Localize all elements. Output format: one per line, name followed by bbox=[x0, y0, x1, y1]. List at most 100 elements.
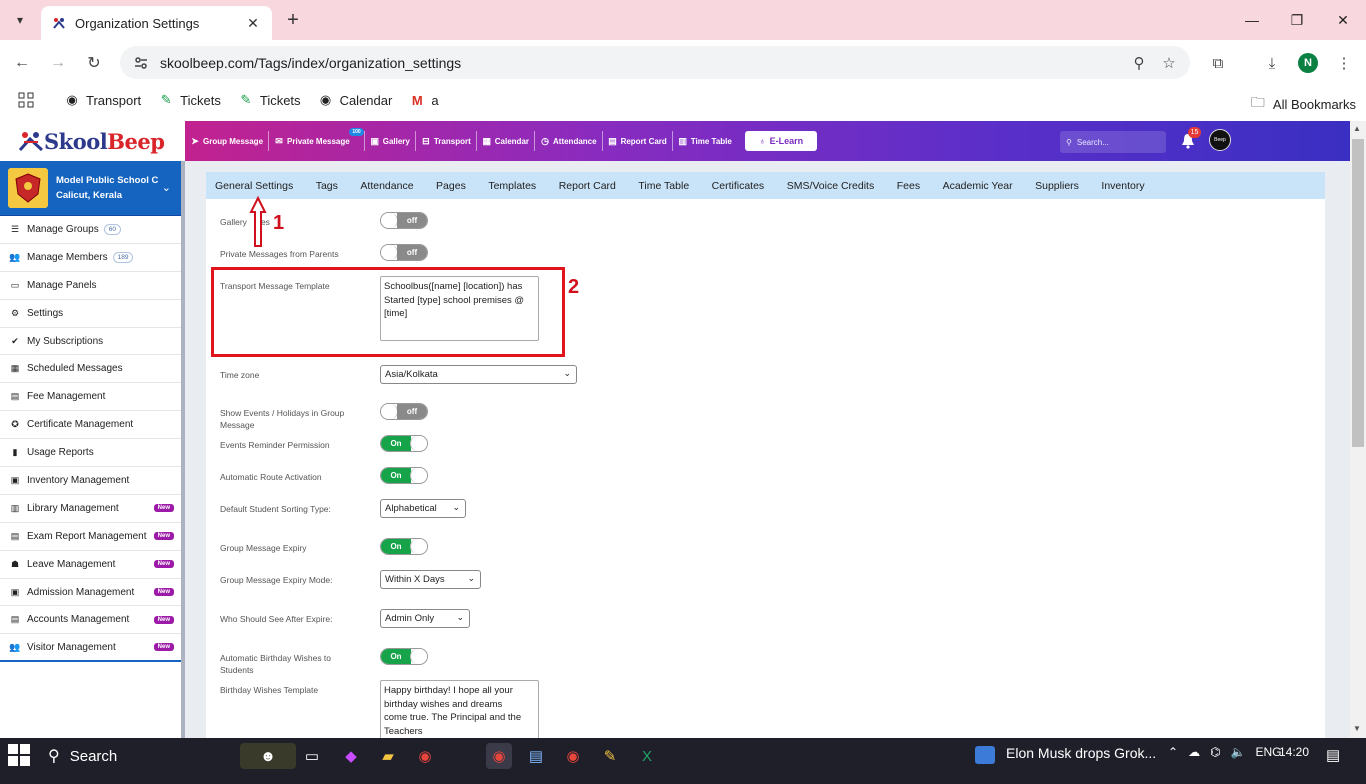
taskbar-clock[interactable]: 14:20 bbox=[1279, 745, 1309, 759]
file-explorer-icon[interactable]: ▰ bbox=[375, 743, 401, 769]
news-widget-icon[interactable] bbox=[975, 746, 995, 764]
nav-report-card[interactable]: ▤ Report Card bbox=[603, 121, 672, 161]
copilot-icon[interactable]: ◆ bbox=[338, 743, 364, 769]
tab-templates[interactable]: Templates bbox=[488, 180, 536, 192]
tab-pages[interactable]: Pages bbox=[436, 180, 466, 192]
chrome-icon[interactable]: ◉ bbox=[412, 743, 438, 769]
timezone-select[interactable]: Asia/Kolkata ⌄ bbox=[380, 365, 577, 384]
elearn-button[interactable]: ♁ E-Learn bbox=[744, 131, 818, 151]
tab-tags[interactable]: Tags bbox=[316, 180, 338, 192]
address-bar[interactable]: skoolbeep.com/Tags/index/organization_se… bbox=[120, 46, 1190, 79]
tab-attendance[interactable]: Attendance bbox=[360, 180, 413, 192]
nav-group-message[interactable]: ➤ Group Message bbox=[185, 121, 268, 161]
bookmark-tickets-1[interactable]: ✎ Tickets bbox=[158, 92, 221, 108]
notepad-icon[interactable]: ▤ bbox=[523, 743, 549, 769]
cloud-icon[interactable]: ☁ bbox=[1188, 745, 1200, 759]
notifications-icon[interactable]: ▤ bbox=[1326, 746, 1340, 764]
nav-private-message[interactable]: ✉ Private Message 100 bbox=[269, 121, 364, 161]
forward-arrow-icon[interactable]: → bbox=[45, 50, 71, 76]
chrome-active-icon[interactable]: ◉ bbox=[486, 743, 512, 769]
tab-fees[interactable]: Fees bbox=[897, 180, 920, 192]
windows-start-icon[interactable] bbox=[8, 744, 30, 766]
scroll-up-icon[interactable]: ▲ bbox=[1353, 124, 1361, 133]
events-holidays-toggle[interactable]: off bbox=[380, 403, 428, 420]
tab-close-icon[interactable]: ✕ bbox=[244, 15, 262, 32]
expiry-mode-select[interactable]: Within X Days ⌄ bbox=[380, 570, 481, 589]
sidebar-item-library-management[interactable]: ▥ Library Management New bbox=[0, 495, 181, 523]
sidebar-item-manage-members[interactable]: 👥 Manage Members 189 bbox=[0, 244, 181, 272]
sidebar-item-inventory-management[interactable]: ▣ Inventory Management bbox=[0, 467, 181, 495]
nav-time-table[interactable]: ▥ Time Table bbox=[673, 121, 737, 161]
tab-inventory[interactable]: Inventory bbox=[1101, 180, 1144, 192]
restore-icon[interactable]: ❐ bbox=[1285, 8, 1309, 32]
minimize-icon[interactable]: — bbox=[1240, 8, 1264, 32]
network-icon[interactable]: ⌬ bbox=[1210, 745, 1220, 759]
bookmark-tickets-2[interactable]: ✎ Tickets bbox=[238, 92, 300, 108]
tab-report-card[interactable]: Report Card bbox=[559, 180, 616, 192]
who-see-select[interactable]: Admin Only ⌄ bbox=[380, 609, 470, 628]
bookmark-gmail[interactable]: Ma bbox=[409, 92, 439, 108]
user-avatar[interactable]: Beep bbox=[1209, 129, 1231, 151]
birthday-template-textarea[interactable]: Happy birthday! I hope all your birthday… bbox=[380, 680, 539, 738]
sidebar-item-manage-panels[interactable]: ▭ Manage Panels bbox=[0, 272, 181, 300]
tab-suppliers[interactable]: Suppliers bbox=[1035, 180, 1079, 192]
sidebar-item-visitor-management[interactable]: 👥 Visitor Management New bbox=[0, 634, 181, 663]
nav-gallery[interactable]: ▣ Gallery bbox=[365, 121, 415, 161]
tab-sms-voice-credits[interactable]: SMS/Voice Credits bbox=[787, 180, 875, 192]
task-view-icon[interactable]: ▭ bbox=[299, 743, 325, 769]
tab-academic-year[interactable]: Academic Year bbox=[943, 180, 1013, 192]
site-info-icon[interactable] bbox=[132, 54, 150, 72]
profile-button[interactable]: N bbox=[1294, 49, 1322, 77]
new-tab-button[interactable]: + bbox=[281, 8, 305, 32]
birthday-auto-toggle[interactable]: On bbox=[380, 648, 428, 665]
bookmark-transport[interactable]: ◉ Transport bbox=[64, 92, 141, 108]
sidebar-item-leave-management[interactable]: ☗ Leave Management New bbox=[0, 551, 181, 579]
tab-general-settings[interactable]: General Settings bbox=[215, 180, 293, 192]
chevron-up-icon[interactable]: ⌃ bbox=[1168, 745, 1178, 759]
sidebar-item-admission-management[interactable]: ▣ Admission Management New bbox=[0, 579, 181, 607]
paint-icon[interactable]: ✎ bbox=[597, 743, 623, 769]
scrollbar-thumb[interactable] bbox=[1352, 139, 1364, 447]
nav-attendance[interactable]: ◷ Attendance bbox=[535, 121, 602, 161]
tab-time-table[interactable]: Time Table bbox=[638, 180, 689, 192]
skoolbeep-logo[interactable]: SkoolBeep bbox=[0, 121, 185, 161]
more-menu-icon[interactable]: ⋮ bbox=[1330, 49, 1358, 77]
sidebar-item-my-subscriptions[interactable]: ✔ My Subscriptions bbox=[0, 328, 181, 356]
top-search-input[interactable]: ⚲ Search... bbox=[1060, 131, 1166, 153]
volume-icon[interactable]: 🔈 bbox=[1231, 745, 1246, 759]
bookmark-calendar[interactable]: ◉ Calendar bbox=[318, 92, 392, 108]
browser-tab-active[interactable]: Organization Settings ✕ bbox=[41, 6, 272, 40]
tab-certificates[interactable]: Certificates bbox=[712, 180, 765, 192]
nav-transport[interactable]: ⊟ Transport bbox=[416, 121, 476, 161]
page-scrollbar[interactable]: ▲ ▼ bbox=[1350, 121, 1366, 738]
expiry-toggle[interactable]: On bbox=[380, 538, 428, 555]
download-icon[interactable]: ⤓ bbox=[1258, 49, 1286, 77]
sidebar-item-usage-reports[interactable]: ▮ Usage Reports bbox=[0, 439, 181, 468]
sidebar-item-certificate-management[interactable]: ✪ Certificate Management bbox=[0, 411, 181, 440]
nav-calendar[interactable]: ▦ Calendar bbox=[477, 121, 534, 161]
reload-icon[interactable]: ↻ bbox=[81, 50, 107, 76]
sidebar-item-accounts-management[interactable]: ▤ Accounts Management New bbox=[0, 606, 181, 635]
chrome-profile-icon[interactable]: ◉ bbox=[560, 743, 586, 769]
all-bookmarks[interactable]: 🗀 All Bookmarks bbox=[1251, 92, 1356, 116]
private-messages-toggle[interactable]: off bbox=[380, 244, 428, 261]
apps-grid-icon[interactable] bbox=[18, 92, 34, 108]
excel-icon[interactable]: X bbox=[634, 743, 660, 769]
chevron-down-icon[interactable]: ⌄ bbox=[162, 181, 171, 194]
bookmark-star-icon[interactable]: ☆ bbox=[1154, 48, 1184, 78]
widget-image-icon[interactable]: ☻ bbox=[240, 743, 296, 769]
sidebar-item-scheduled-messages[interactable]: ▦ Scheduled Messages bbox=[0, 355, 181, 384]
sidebar-item-exam-report-management[interactable]: ▤ Exam Report Management New bbox=[0, 523, 181, 551]
tab-search-chevron-icon[interactable]: ▾ bbox=[8, 8, 32, 32]
events-reminder-toggle[interactable]: On bbox=[380, 435, 428, 452]
window-close-icon[interactable]: ✕ bbox=[1331, 8, 1355, 32]
auto-route-toggle[interactable]: On bbox=[380, 467, 428, 484]
sorting-select[interactable]: Alphabetical ⌄ bbox=[380, 499, 466, 518]
back-arrow-icon[interactable]: ← bbox=[9, 50, 35, 76]
sidebar-item-manage-groups[interactable]: ☰ Manage Groups 60 bbox=[0, 216, 181, 244]
taskbar-search[interactable]: ⚲ Search bbox=[38, 741, 238, 771]
scroll-down-icon[interactable]: ▼ bbox=[1353, 724, 1361, 733]
school-selector[interactable]: Model Public School C Calicut, Kerala ⌄ bbox=[0, 161, 181, 216]
extensions-icon[interactable]: ⧉ bbox=[1204, 49, 1232, 77]
sidebar-item-settings[interactable]: ⚙ Settings bbox=[0, 300, 181, 328]
